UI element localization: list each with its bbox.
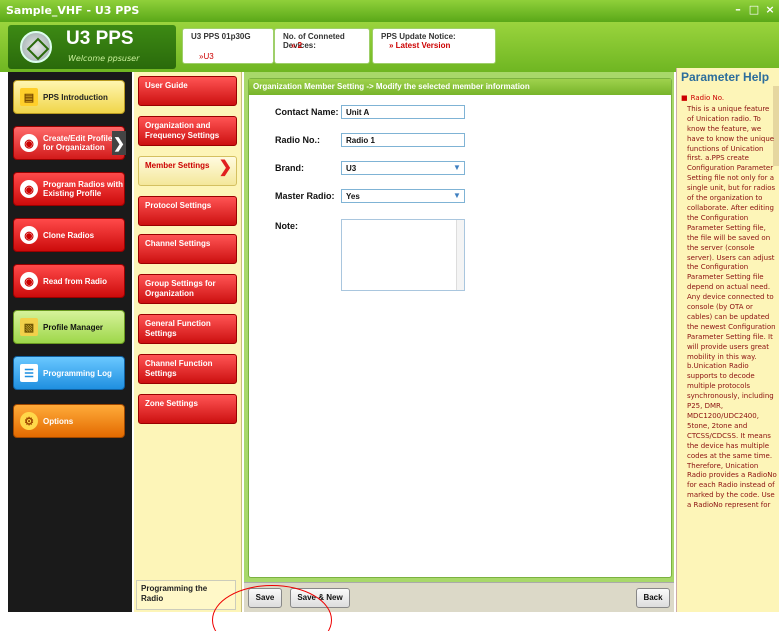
welcome-text: Welcome ppsuser xyxy=(68,54,140,63)
pps-icon: ◉ xyxy=(20,134,38,152)
submenu-label: Protocol Settings xyxy=(145,201,212,210)
nav-label: Program Radios with Existing Profile xyxy=(43,180,124,198)
chevron-down-icon[interactable]: ▼ xyxy=(452,191,462,201)
document-icon: ▤ xyxy=(20,88,38,106)
window-controls: – □ × xyxy=(731,3,777,17)
nav-label: Options xyxy=(43,416,74,426)
pps-icon: ◉ xyxy=(20,226,38,244)
submenu-protocol-settings[interactable]: Protocol Settings xyxy=(138,196,237,226)
contact-name-label: Contact Name: xyxy=(275,107,339,117)
nav-label: Profile Manager xyxy=(43,322,104,332)
nav-label: PPS Introduction xyxy=(43,92,108,102)
submenu-general-function[interactable]: General Function Settings xyxy=(138,314,237,344)
submenu-member-settings[interactable]: Member Settings ❯ xyxy=(138,156,237,186)
submenu-channel-function[interactable]: Channel Function Settings xyxy=(138,354,237,384)
bullet-icon: ■ xyxy=(681,94,688,102)
main-panel: Organization Member Setting -> Modify th… xyxy=(244,72,674,612)
radio-no-label: Radio No.: xyxy=(275,135,320,145)
nav-profile-manager[interactable]: ▧ Profile Manager xyxy=(13,310,125,344)
window-title: Sample_VHF - U3 PPS xyxy=(6,4,140,17)
pps-icon: ◉ xyxy=(20,272,38,290)
app-header: U3 PPS Welcome ppsuser U3 PPS 01p30G »U3… xyxy=(0,22,779,72)
folder-icon: ▧ xyxy=(20,318,38,336)
parameter-help-panel: Parameter Help ■ Radio No. This is a uniq… xyxy=(676,68,779,612)
chevron-right-icon: ❯ xyxy=(112,131,126,155)
submenu-label: Channel Function Settings xyxy=(145,359,213,378)
gear-icon: ⚙ xyxy=(20,412,38,430)
master-radio-select[interactable]: Yes ▼ xyxy=(341,189,465,203)
nav-read-from-radio[interactable]: ◉ Read from Radio xyxy=(13,264,125,298)
member-form: Organization Member Setting -> Modify th… xyxy=(248,78,672,578)
back-button[interactable]: Back xyxy=(636,588,670,608)
save-button[interactable]: Save xyxy=(248,588,282,608)
nav-label: Clone Radios xyxy=(43,230,95,240)
nav-create-edit-profiles[interactable]: ◉ Create/Edit Profiles for Organization … xyxy=(13,126,126,160)
log-icon: ☰ xyxy=(20,364,38,382)
version-label: U3 PPS 01p30G xyxy=(191,32,251,41)
submenu-zone-settings[interactable]: Zone Settings xyxy=(138,394,237,424)
nav-label: Programming Log xyxy=(43,368,112,378)
master-radio-label: Master Radio: xyxy=(275,191,335,201)
save-and-new-button[interactable]: Save & New xyxy=(290,588,350,608)
radio-no-input[interactable]: Radio 1 xyxy=(341,133,465,147)
brand-label: Brand: xyxy=(275,163,304,173)
devices-box: No. of Conneted Devices: » 2 xyxy=(274,28,370,64)
update-notice-label: PPS Update Notice: xyxy=(381,32,456,41)
submenu-organization-frequency[interactable]: Organization and Frequency Settings xyxy=(138,116,237,146)
help-text: This is a unique feature of Unication ra… xyxy=(687,104,777,510)
action-bar: Save Save & New Back xyxy=(244,582,674,612)
submenu-label: Group Settings for Organization xyxy=(145,279,216,298)
logo-icon xyxy=(20,31,52,63)
close-icon[interactable]: × xyxy=(763,3,777,17)
logo: U3 PPS Welcome ppsuser xyxy=(8,25,176,69)
app-window: Sample_VHF - U3 PPS – □ × U3 PPS Welcome… xyxy=(0,0,779,631)
submenu-label: Channel Settings xyxy=(145,239,211,248)
note-textarea[interactable] xyxy=(341,219,465,291)
update-notice-box: PPS Update Notice: » Latest Version xyxy=(372,28,496,64)
help-title: Parameter Help xyxy=(681,70,770,84)
submenu-label: Organization and Frequency Settings xyxy=(145,121,220,140)
form-heading: Organization Member Setting -> Modify th… xyxy=(249,79,671,95)
submenu-label: Zone Settings xyxy=(145,399,198,408)
master-radio-value: Yes xyxy=(346,192,360,201)
submenu-bottom-label: Programming the Radio xyxy=(141,584,208,603)
note-scrollbar[interactable] xyxy=(456,220,464,290)
submenu-group-settings[interactable]: Group Settings for Organization xyxy=(138,274,237,304)
pps-icon: ◉ xyxy=(20,180,38,198)
maximize-icon[interactable]: □ xyxy=(747,3,761,17)
version-box: U3 PPS 01p30G »U3 xyxy=(182,28,274,64)
submenu-label: General Function Settings xyxy=(145,319,211,338)
nav-programming-log[interactable]: ☰ Programming Log xyxy=(13,356,125,390)
app-name: U3 PPS xyxy=(66,28,134,49)
title-bar[interactable]: Sample_VHF - U3 PPS – □ × xyxy=(0,0,779,22)
note-label: Note: xyxy=(275,221,298,231)
devices-count: » 2 xyxy=(291,41,303,50)
submenu-user-guide[interactable]: User Guide xyxy=(138,76,237,106)
submenu-label: User Guide xyxy=(145,81,188,90)
chevron-right-icon: ❯ xyxy=(218,159,232,176)
help-body: ■ Radio No. This is a unique feature of U… xyxy=(681,94,777,610)
chevron-down-icon[interactable]: ▼ xyxy=(452,163,462,173)
nav-label: Read from Radio xyxy=(43,276,108,286)
nav-options[interactable]: ⚙ Options xyxy=(13,404,125,438)
minimize-icon[interactable]: – xyxy=(731,3,745,17)
model-value: »U3 xyxy=(199,52,214,61)
nav-clone-radios[interactable]: ◉ Clone Radios xyxy=(13,218,125,252)
update-notice-value: » Latest Version xyxy=(389,41,451,50)
submenu-channel-settings[interactable]: Channel Settings xyxy=(138,234,237,264)
nav-pps-introduction[interactable]: ▤ PPS Introduction xyxy=(13,80,125,114)
help-heading: Radio No. xyxy=(690,94,725,102)
submenu: User Guide Organization and Frequency Se… xyxy=(134,72,242,612)
contact-name-input[interactable]: Unit A xyxy=(341,105,465,119)
submenu-label: Member Settings xyxy=(145,161,210,170)
nav-program-radios[interactable]: ◉ Program Radios with Existing Profile xyxy=(13,172,125,206)
brand-value: U3 xyxy=(346,164,357,173)
brand-select[interactable]: U3 ▼ xyxy=(341,161,465,175)
left-nav: ▤ PPS Introduction ◉ Create/Edit Profile… xyxy=(8,72,132,612)
programming-the-radio[interactable]: Programming the Radio xyxy=(136,580,236,610)
